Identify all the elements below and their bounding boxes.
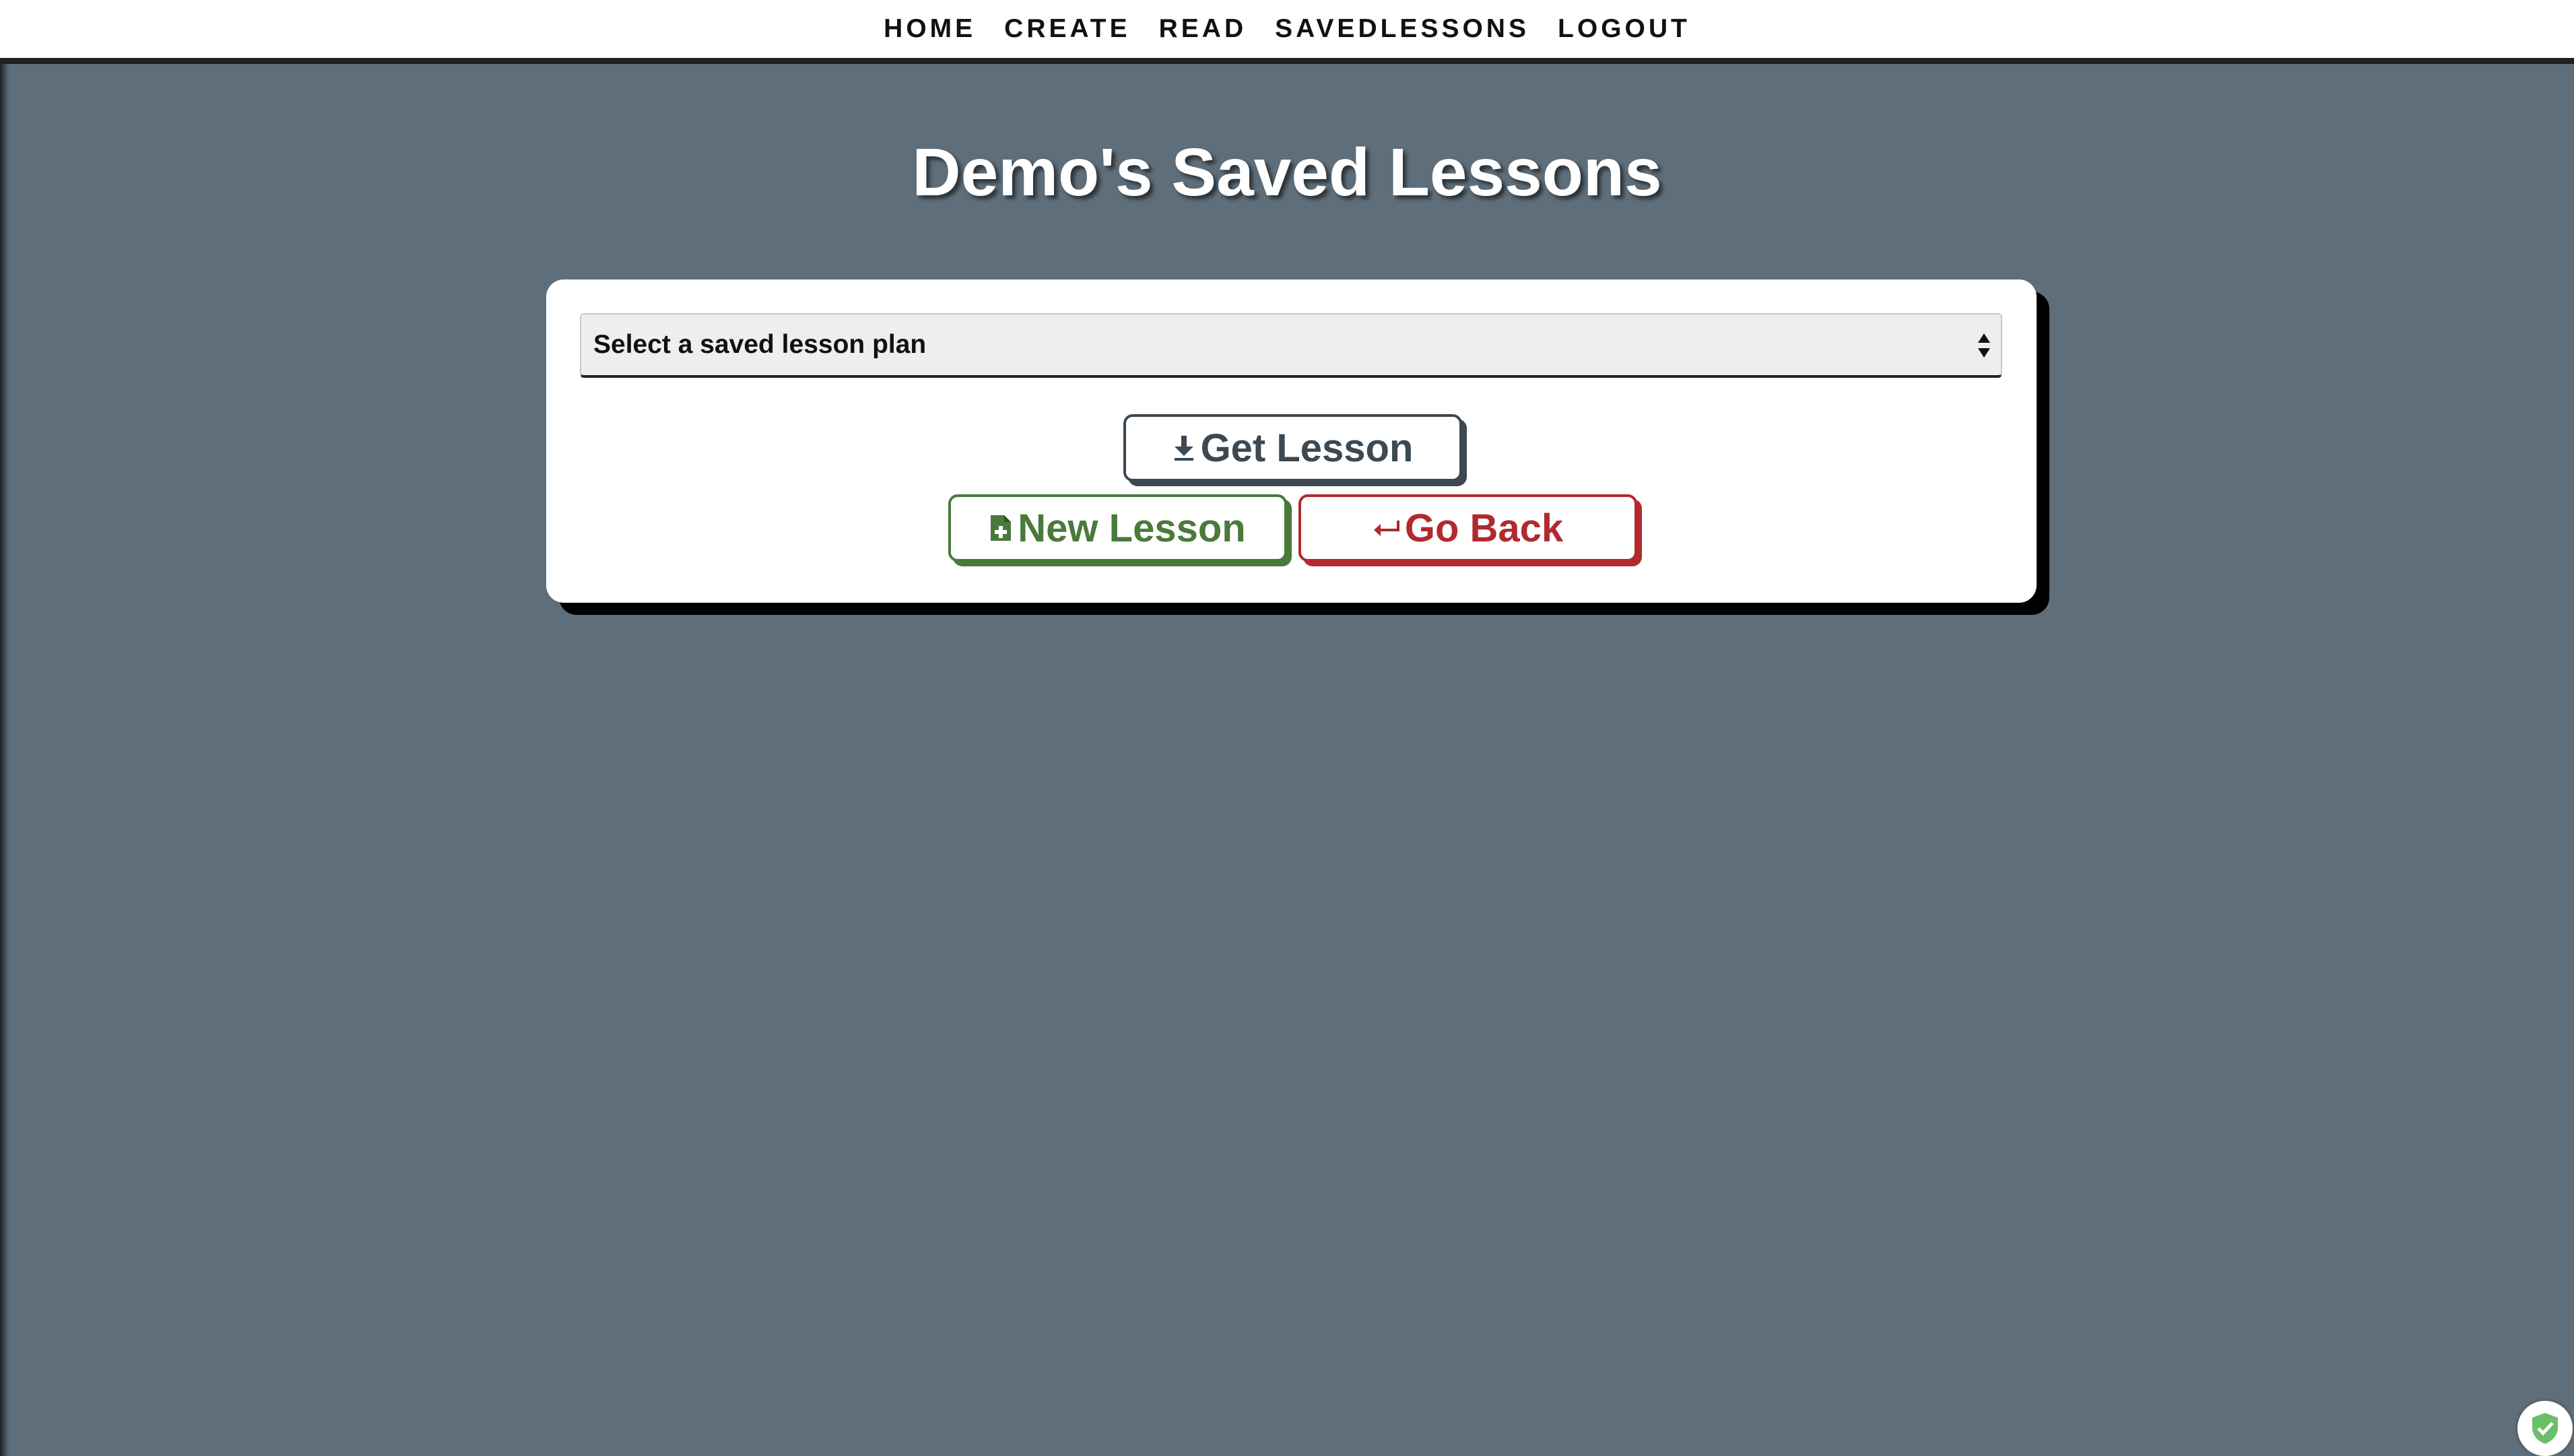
page-title: Demo's Saved Lessons [912, 135, 1662, 210]
file-plus-icon [989, 514, 1012, 542]
shield-check-icon[interactable] [2517, 1401, 2573, 1456]
lesson-plan-select[interactable]: Select a saved lesson plan [580, 313, 2002, 378]
download-icon [1173, 434, 1195, 461]
left-edge-shadow [0, 0, 9, 1456]
new-lesson-button[interactable]: New Lesson [948, 494, 1287, 562]
nav-home-link[interactable]: HOME [884, 14, 976, 44]
return-arrow-icon [1373, 517, 1399, 539]
go-back-button[interactable]: Go Back [1298, 494, 1637, 562]
top-navbar: HOME CREATE READ SAVEDLESSONS LOGOUT [0, 0, 2574, 64]
lesson-plan-select-value: Select a saved lesson plan [593, 330, 927, 359]
nav-read-link[interactable]: READ [1159, 14, 1247, 44]
go-back-label: Go Back [1404, 506, 1564, 550]
nav-logout-link[interactable]: LOGOUT [1558, 14, 1690, 44]
nav-create-link[interactable]: CREATE [1004, 14, 1130, 44]
new-lesson-label: New Lesson [1018, 506, 1246, 550]
select-updown-arrows-icon [1978, 333, 1990, 358]
get-lesson-label: Get Lesson [1200, 426, 1414, 470]
get-lesson-button[interactable]: Get Lesson [1123, 414, 1462, 482]
saved-lessons-card: Select a saved lesson plan Get Lesson Ne… [546, 279, 2037, 603]
nav-savedlessons-link[interactable]: SAVEDLESSONS [1275, 14, 1529, 44]
